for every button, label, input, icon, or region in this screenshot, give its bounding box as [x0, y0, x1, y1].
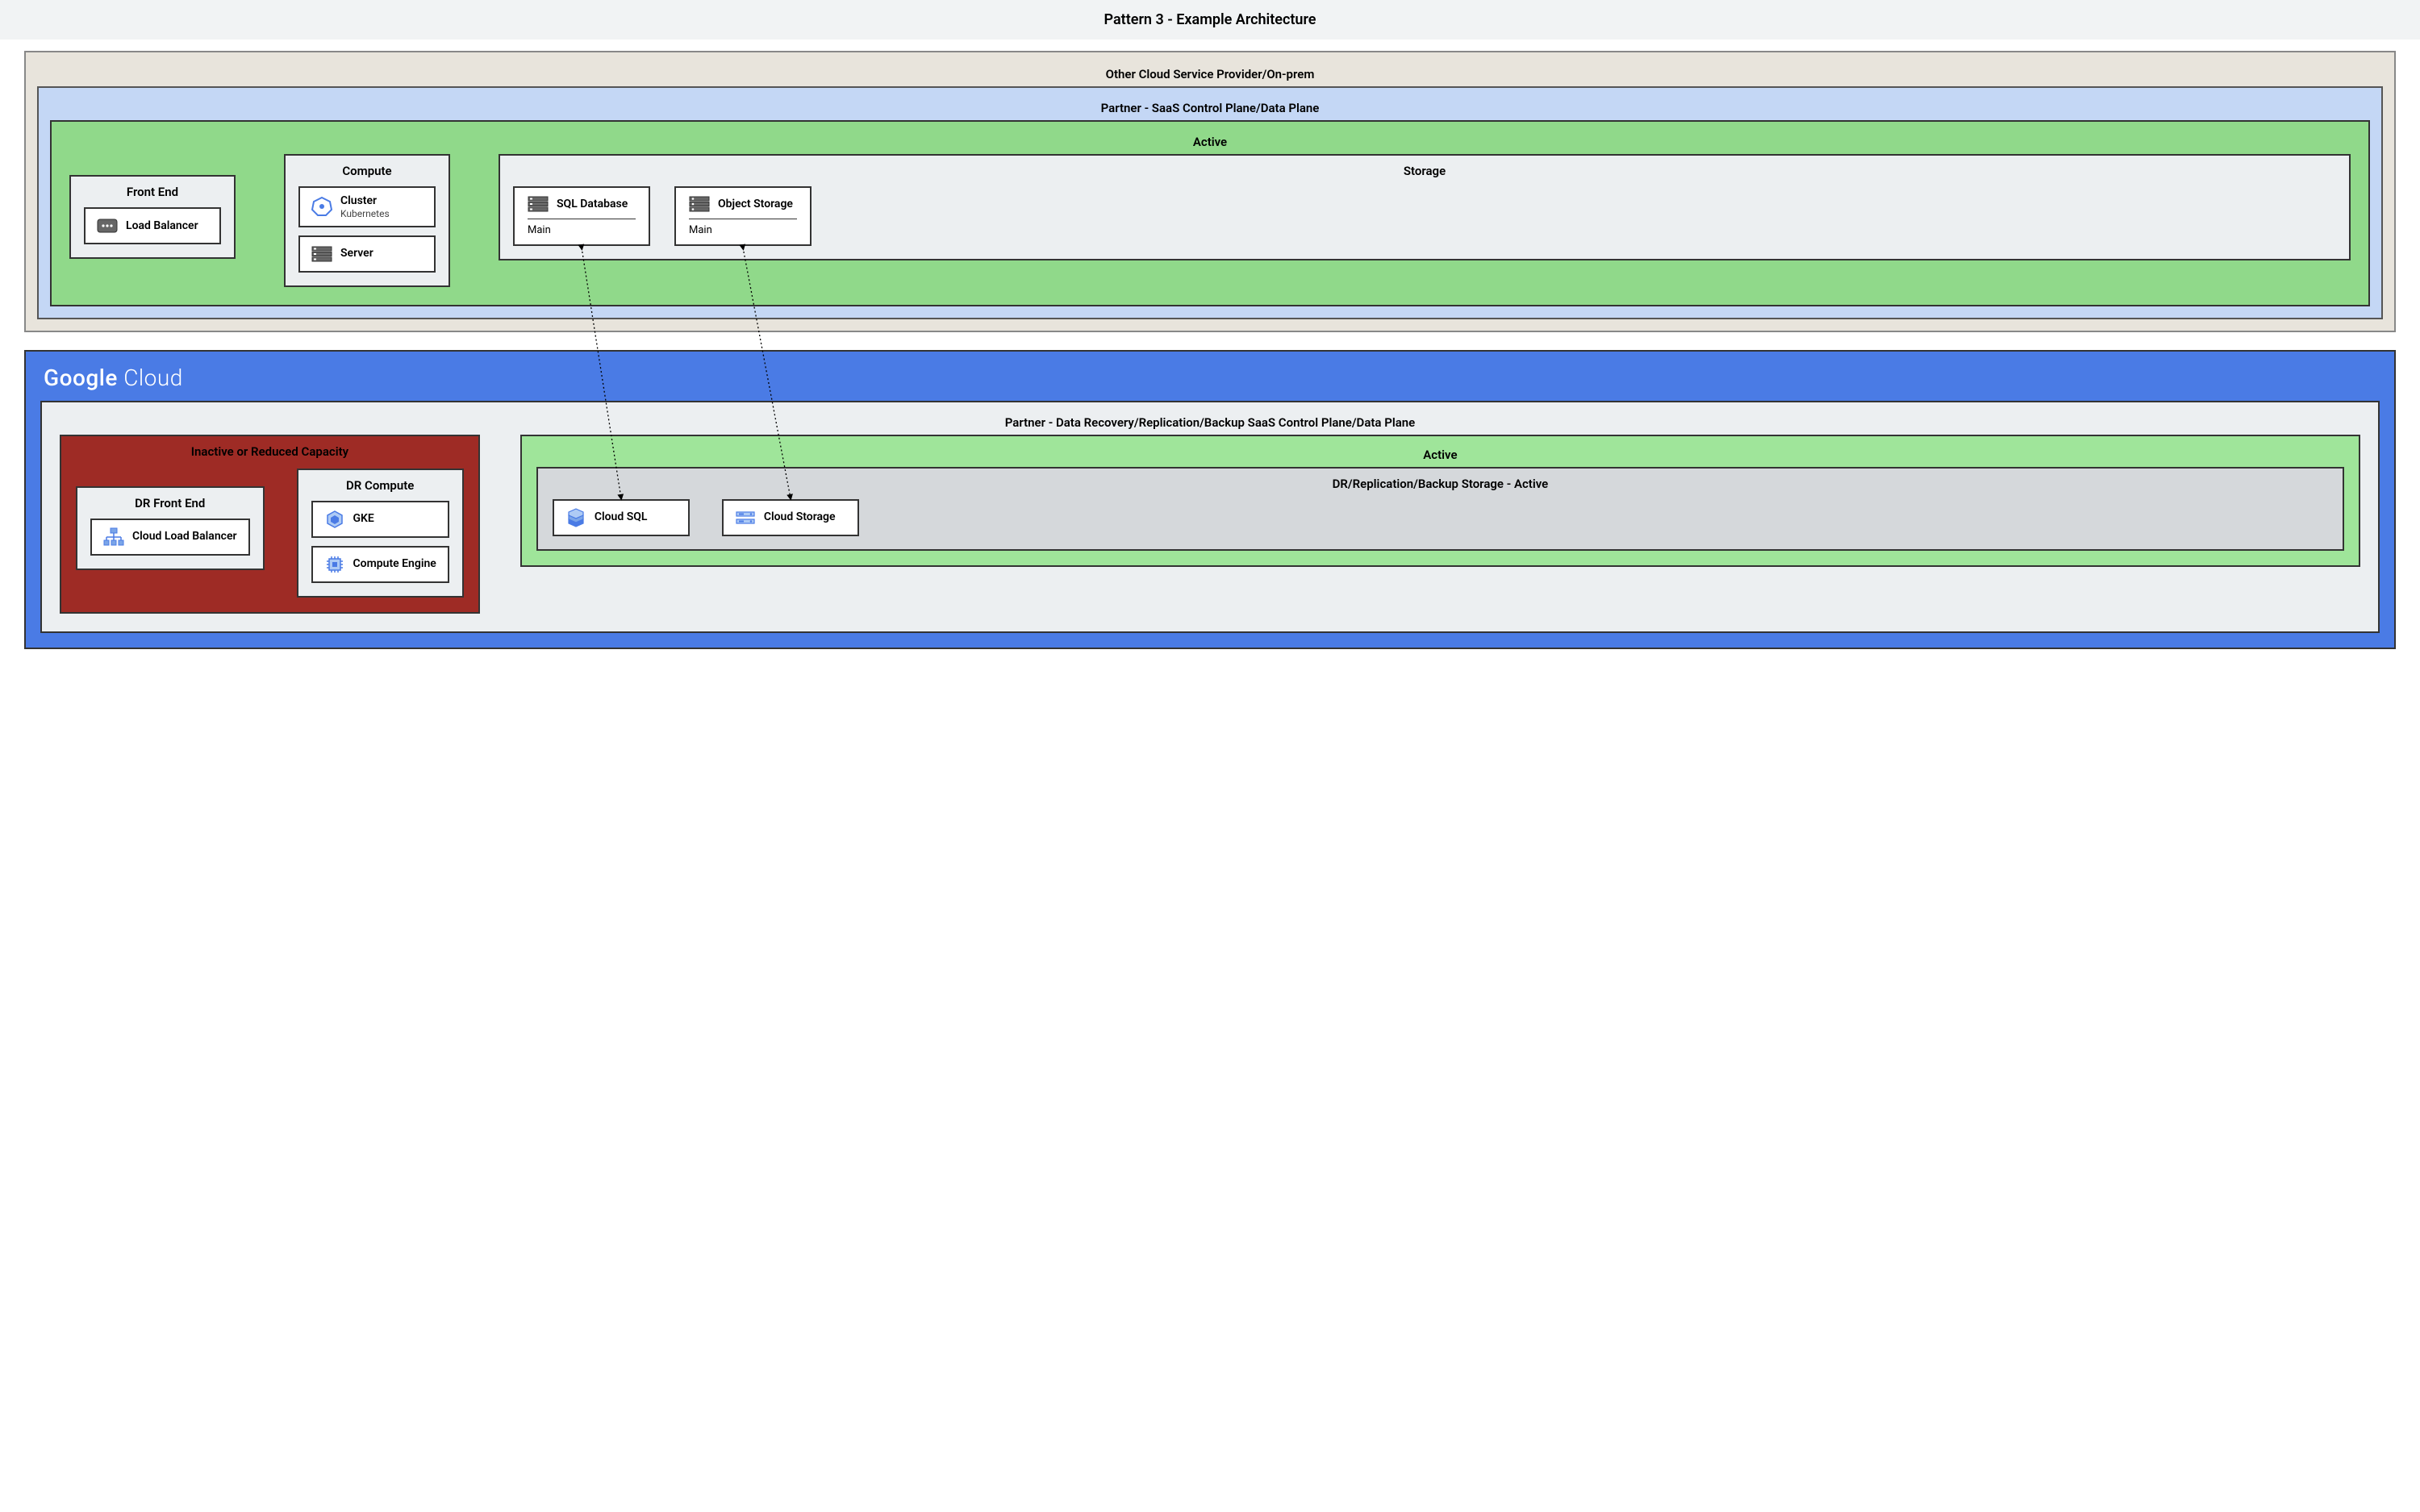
frontend-label: Front End [84, 185, 221, 199]
other-csp-label: Other Cloud Service Provider/On-prem [37, 62, 2383, 86]
compute-group: Compute Cluster Kubernetes [284, 154, 450, 287]
active-zone-bottom: Active DR/Replication/Backup Storage - A… [520, 435, 2360, 567]
cloud-load-balancer-icon [103, 527, 124, 548]
cloud-sql-icon [565, 507, 586, 528]
storage-label: Storage [513, 164, 2336, 178]
other-csp-region: Other Cloud Service Provider/On-prem Par… [24, 51, 2396, 332]
server-label: Server [340, 247, 373, 260]
compute-label: Compute [298, 164, 436, 178]
cloud-storage-icon [735, 507, 756, 528]
sql-database-card: SQL Database Main [513, 186, 650, 246]
database-icon [528, 196, 549, 212]
load-balancer-item: Load Balancer [84, 207, 221, 244]
diagram-canvas: Other Cloud Service Provider/On-prem Par… [0, 40, 2420, 673]
obj-sub: Main [689, 224, 797, 236]
compute-engine-item: Compute Engine [311, 546, 449, 583]
sql-sub: Main [528, 224, 636, 236]
object-storage-icon [689, 196, 710, 212]
cloud-load-balancer-item: Cloud Load Balancer [90, 519, 250, 556]
cloud-sql-item: Cloud SQL [553, 499, 690, 536]
load-balancer-icon [97, 215, 118, 236]
partner-saas-region: Partner - SaaS Control Plane/Data Plane … [37, 86, 2383, 319]
compute-engine-icon [324, 554, 345, 575]
cloud-storage-label: Cloud Storage [764, 510, 836, 524]
google-cloud-logo: Google Cloud [40, 361, 2380, 401]
obj-title: Object Storage [718, 198, 793, 210]
dr-frontend-label: DR Front End [90, 496, 250, 510]
server-item: Server [298, 235, 436, 273]
kubernetes-icon [311, 196, 332, 217]
load-balancer-label: Load Balancer [126, 219, 198, 233]
dr-frontend-group: DR Front End Cloud Load Balancer [76, 486, 265, 570]
storage-group: Storage SQL Database Main [499, 154, 2351, 260]
diagram-title: Pattern 3 - Example Architecture [0, 0, 2420, 40]
active-zone-bottom-label: Active [536, 443, 2344, 467]
server-icon [311, 244, 332, 264]
dr-storage-group: DR/Replication/Backup Storage - Active C… [536, 467, 2344, 551]
active-zone-top: Active Front End Load Balancer [50, 120, 2370, 306]
partner-dr-label: Partner - Data Recovery/Replication/Back… [60, 410, 2360, 435]
compute-engine-label: Compute Engine [353, 557, 436, 571]
gke-icon [324, 509, 345, 530]
dr-compute-group: DR Compute GKE Co [297, 469, 464, 598]
k8s-sub: Kubernetes [340, 208, 390, 219]
k8s-title: Cluster [340, 194, 390, 208]
partner-saas-label: Partner - SaaS Control Plane/Data Plane [50, 96, 2370, 120]
gke-item: GKE [311, 501, 449, 538]
object-storage-card: Object Storage Main [674, 186, 812, 246]
sql-title: SQL Database [557, 198, 628, 210]
inactive-zone-label: Inactive or Reduced Capacity [76, 444, 464, 459]
active-zone-top-label: Active [69, 130, 2351, 154]
cloud-load-balancer-label: Cloud Load Balancer [132, 530, 237, 544]
google-cloud-region: Google Cloud Partner - Data Recovery/Rep… [24, 350, 2396, 649]
cloud-sql-label: Cloud SQL [595, 510, 648, 524]
partner-dr-region: Partner - Data Recovery/Replication/Back… [40, 401, 2380, 633]
frontend-group: Front End Load Balancer [69, 175, 236, 259]
cloud-storage-item: Cloud Storage [722, 499, 859, 536]
dr-storage-label: DR/Replication/Backup Storage - Active [553, 477, 2328, 491]
k8s-cluster-item: Cluster Kubernetes [298, 186, 436, 227]
gke-label: GKE [353, 512, 374, 526]
inactive-zone: Inactive or Reduced Capacity DR Front En… [60, 435, 480, 614]
dr-compute-label: DR Compute [311, 478, 449, 493]
